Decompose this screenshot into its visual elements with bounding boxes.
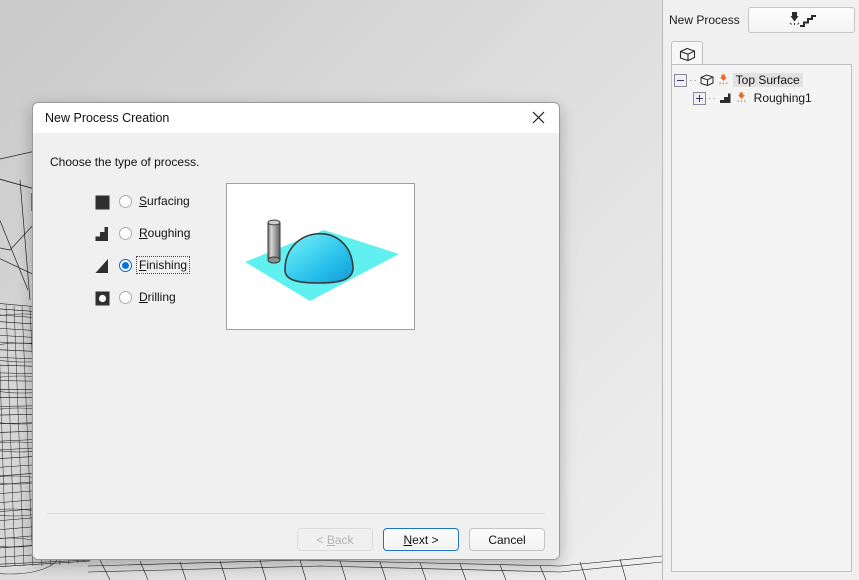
new-process-toolbar: New Process	[663, 0, 859, 34]
option-surfacing[interactable]: Surfacing	[95, 185, 225, 217]
tree-row[interactable]: ·· Roughing1	[674, 89, 849, 107]
radio-surfacing[interactable]	[119, 194, 132, 208]
process-type-radio-group[interactable]: Surfacing Roughing Finishing Drilling	[95, 185, 225, 313]
surfacing-square-icon	[95, 193, 112, 210]
drilling-hole-icon	[95, 289, 112, 306]
new-process-button[interactable]	[747, 7, 855, 33]
orange-tool-icon	[717, 74, 730, 86]
process-tree[interactable]: ·· Top Surface ·· Roughing1	[671, 64, 852, 572]
option-drilling[interactable]: Drilling	[95, 281, 225, 313]
new-process-creation-dialog: New Process Creation Choose the type of …	[32, 102, 560, 560]
tree-row[interactable]: ·· Top Surface	[674, 71, 849, 89]
radio-roughing[interactable]	[119, 226, 132, 240]
dialog-prompt: Choose the type of process.	[50, 155, 200, 169]
back-button[interactable]: < Back	[297, 528, 373, 551]
option-finishing[interactable]: Finishing	[95, 249, 225, 281]
orange-tool-icon	[735, 92, 748, 104]
solid-box-icon	[700, 73, 714, 87]
footer-separator	[47, 513, 545, 514]
radio-finishing[interactable]	[119, 258, 132, 272]
milling-tool-step-icon	[789, 12, 817, 27]
next-button[interactable]: Next >	[383, 528, 459, 551]
tree-item-label[interactable]: Top Surface	[732, 73, 803, 87]
close-button[interactable]	[517, 103, 559, 132]
option-label-surfacing[interactable]: Surfacing	[137, 193, 192, 209]
finishing-ramp-icon	[95, 257, 112, 274]
dialog-titlebar[interactable]: New Process Creation	[33, 103, 559, 133]
roughing-step-icon	[95, 225, 112, 242]
option-label-roughing[interactable]: Roughing	[137, 225, 192, 241]
dialog-body: Choose the type of process. Surfacing Ro…	[33, 133, 559, 559]
panel-tabstrip	[663, 40, 859, 67]
option-roughing[interactable]: Roughing	[95, 217, 225, 249]
option-label-finishing[interactable]: Finishing	[135, 256, 191, 274]
expander-plus-icon[interactable]	[693, 91, 706, 105]
tree-connector: ··	[708, 92, 717, 104]
dialog-button-bar: < Back Next > Cancel	[297, 528, 545, 551]
process-preview-image	[226, 183, 415, 330]
cancel-button[interactable]: Cancel	[469, 528, 545, 551]
tree-connector: ··	[689, 74, 698, 86]
process-side-panel: New Process ·· Top Surface ·· Roughing1	[662, 0, 859, 580]
option-label-drilling[interactable]: Drilling	[137, 289, 178, 305]
expander-minus-icon[interactable]	[674, 73, 687, 87]
roughing-step-icon	[719, 92, 732, 104]
close-icon	[532, 111, 544, 124]
radio-drilling[interactable]	[119, 290, 132, 304]
solid-box-icon	[679, 47, 695, 62]
new-process-label: New Process	[669, 13, 740, 27]
dialog-title: New Process Creation	[45, 111, 170, 125]
tree-item-label[interactable]: Roughing1	[751, 91, 815, 105]
app-window: New Process ·· Top Surface ·· Roughing1 …	[0, 0, 859, 580]
